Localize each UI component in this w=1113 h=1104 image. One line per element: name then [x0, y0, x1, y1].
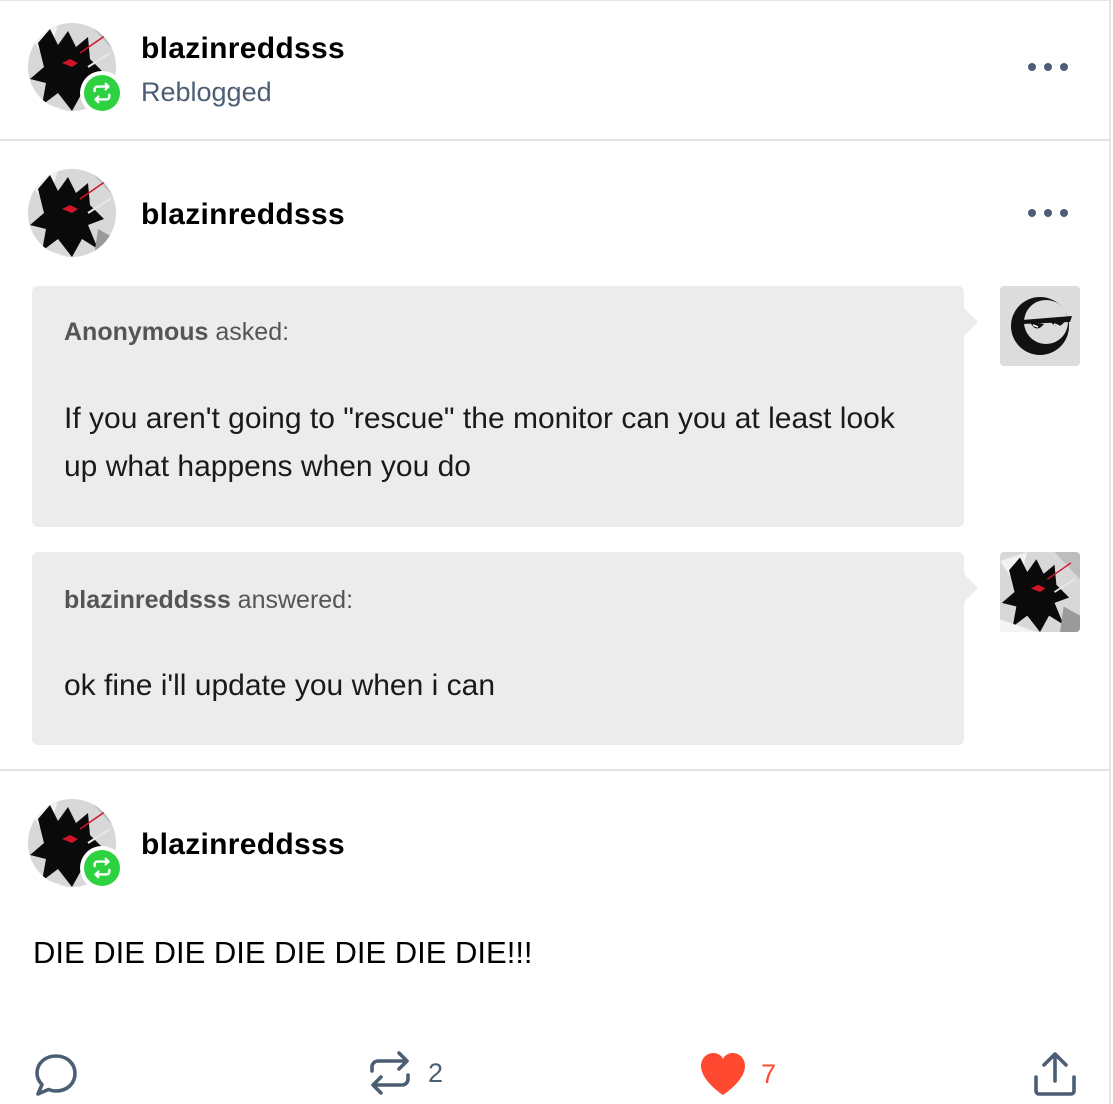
like-button[interactable]: 7: [699, 1051, 776, 1097]
ask-header: Anonymous asked:: [64, 318, 289, 347]
reblog-badge-icon: [84, 75, 120, 111]
dot-icon: [1044, 63, 1052, 71]
answerer-name: blazinreddsss: [64, 586, 231, 614]
heart-icon: [701, 1053, 745, 1095]
reblog-count: 2: [428, 1057, 444, 1088]
speech-bubble-icon: [35, 1054, 77, 1096]
answer-header: blazinreddsss answered:: [64, 586, 353, 615]
ask-question: If you aren't going to "rescue" the moni…: [64, 402, 895, 483]
ask-bubble: Anonymous asked: If you aren't going to …: [32, 286, 978, 527]
reblogger-username[interactable]: blazinreddsss: [141, 32, 345, 66]
commenter-username[interactable]: blazinreddsss: [141, 828, 345, 862]
reblog-comment-text: DIE DIE DIE DIE DIE DIE DIE DIE!!!: [33, 935, 533, 970]
answer-bubble: blazinreddsss answered: ok fine i'll upd…: [32, 552, 978, 745]
divider: [0, 769, 1111, 771]
answer-verb: answered:: [230, 586, 354, 614]
reblog-post: blazinreddsss Reblogged blazinreddsss An…: [0, 0, 1111, 1104]
original-poster-avatar[interactable]: [28, 169, 116, 257]
original-poster-username[interactable]: blazinreddsss: [141, 198, 345, 232]
share-button[interactable]: [1032, 1051, 1078, 1097]
sunglasses-face-icon: [1000, 286, 1080, 366]
trail-more-options-button[interactable]: [1028, 206, 1068, 220]
reblog-badge-icon: [84, 850, 120, 886]
share-upload-icon: [1034, 1052, 1076, 1096]
anonymous-avatar: [1000, 286, 1080, 366]
reply-button[interactable]: [32, 1051, 80, 1099]
divider: [0, 139, 1111, 141]
dot-icon: [1028, 63, 1036, 71]
asker-name: Anonymous: [64, 318, 209, 346]
like-count: 7: [761, 1058, 777, 1089]
dot-icon: [1028, 209, 1036, 217]
answerer-avatar[interactable]: [1000, 552, 1080, 632]
dot-icon: [1060, 209, 1068, 217]
ask-verb: asked:: [208, 318, 290, 346]
dot-icon: [1060, 63, 1068, 71]
reblog-badge: [80, 71, 124, 115]
more-options-button[interactable]: [1028, 60, 1068, 74]
reblogged-status: Reblogged: [141, 77, 272, 107]
answer-text: ok fine i'll update you when i can: [64, 669, 496, 702]
dot-icon: [1044, 209, 1052, 217]
reblog-badge: [80, 846, 124, 890]
reblog-button[interactable]: 2: [366, 1049, 443, 1097]
reblog-arrows-icon: [370, 1051, 410, 1095]
